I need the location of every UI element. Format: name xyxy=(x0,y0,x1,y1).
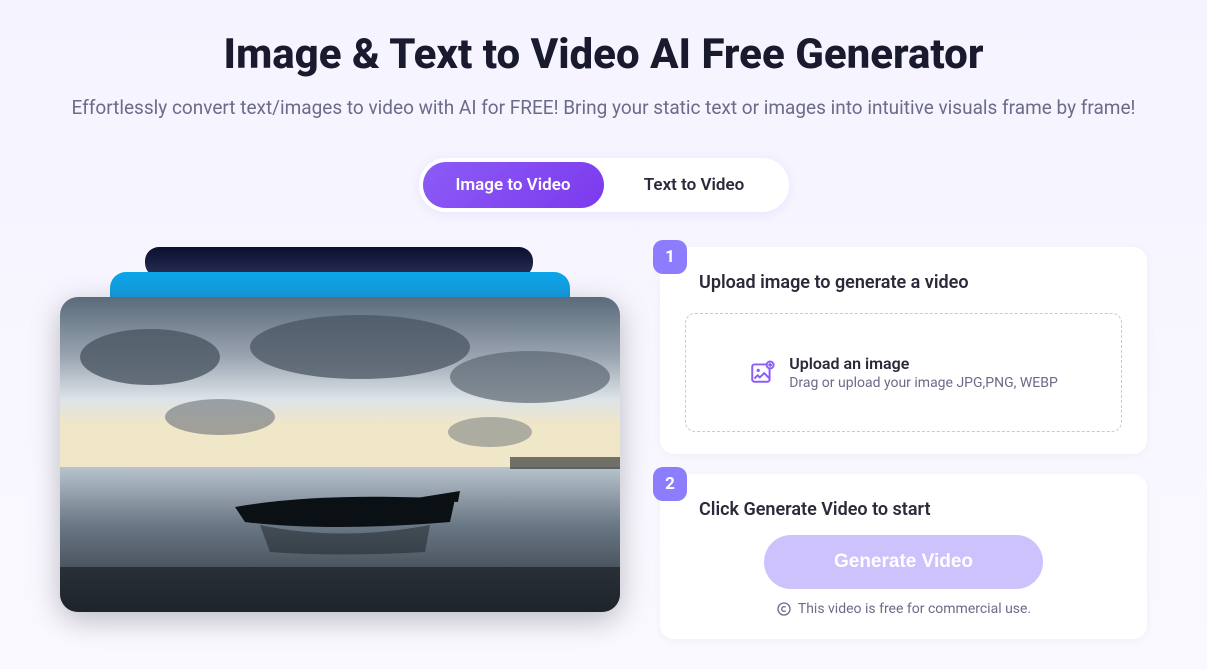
page-subtitle: Effortlessly convert text/images to vide… xyxy=(64,94,1144,123)
upload-subtext: Drag or upload your image JPG,PNG, WEBP xyxy=(789,375,1058,391)
upload-image-icon xyxy=(749,359,775,385)
copyright-icon xyxy=(776,601,792,617)
preview-stack xyxy=(60,247,620,612)
license-text: This video is free for commercial use. xyxy=(798,601,1031,617)
step-1-badge: 1 xyxy=(653,240,687,274)
license-note: This video is free for commercial use. xyxy=(685,601,1122,617)
page-title: Image & Text to Video AI Free Generator xyxy=(60,30,1147,79)
step-2-badge: 2 xyxy=(653,467,687,501)
step-2-card: 2 Click Generate Video to start Generate… xyxy=(660,474,1147,639)
tab-text-to-video[interactable]: Text to Video xyxy=(604,162,785,208)
upload-dropzone[interactable]: Upload an image Drag or upload your imag… xyxy=(685,313,1122,432)
preview-image-icon xyxy=(60,297,620,612)
preview-card-front xyxy=(60,297,620,612)
generate-video-button[interactable]: Generate Video xyxy=(764,535,1043,589)
step-1-card: 1 Upload image to generate a video Uploa… xyxy=(660,247,1147,454)
step-2-title: Click Generate Video to start xyxy=(699,499,1122,520)
tab-image-to-video[interactable]: Image to Video xyxy=(423,162,604,208)
mode-tabs: Image to Video Text to Video xyxy=(419,158,789,212)
upload-title: Upload an image xyxy=(789,354,1058,373)
step-1-title: Upload image to generate a video xyxy=(699,272,1122,293)
